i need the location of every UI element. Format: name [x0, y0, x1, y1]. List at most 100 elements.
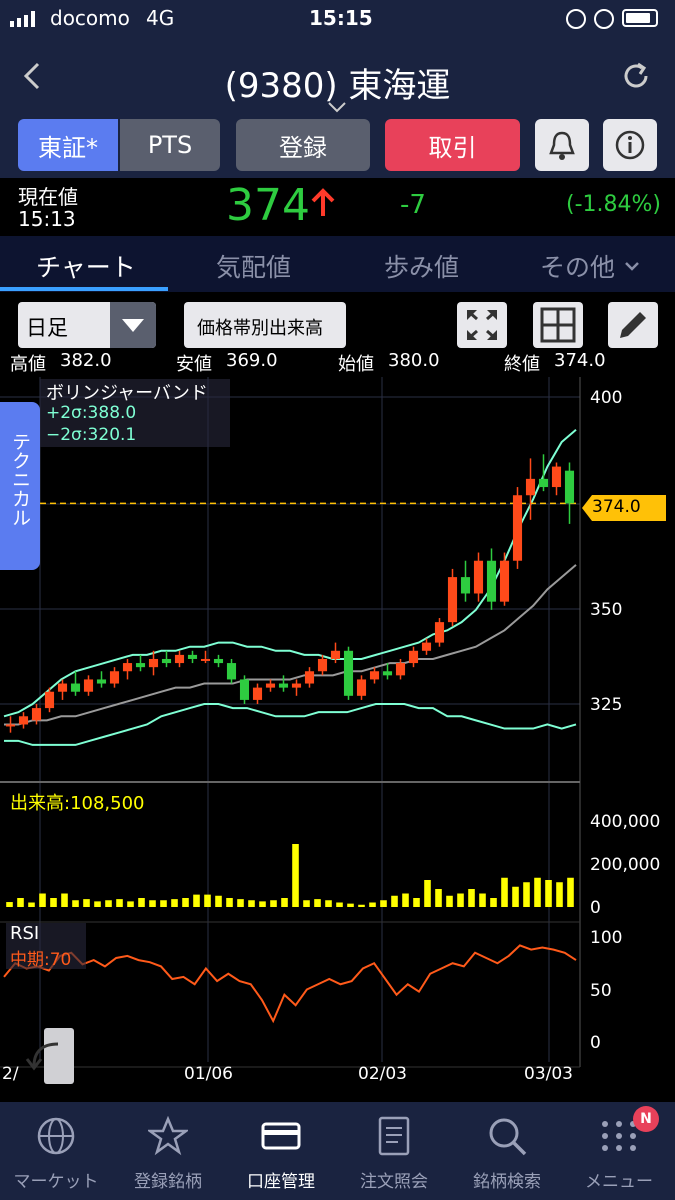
candle-body: [499, 560, 510, 602]
volume-bar: [490, 898, 497, 907]
volume-bar: [435, 889, 442, 907]
x-label-start: 2/: [2, 1064, 19, 1084]
candle-body: [239, 679, 250, 700]
volume-bar: [303, 900, 310, 907]
notification-badge: N: [633, 1106, 659, 1132]
globe-icon: [37, 1117, 75, 1155]
nav-search[interactable]: 銘柄検索: [451, 1102, 563, 1200]
nav-market-label: マーケット: [13, 1172, 99, 1192]
grid-icon: [540, 307, 576, 343]
rotate-button[interactable]: [18, 1028, 76, 1084]
network: 4G: [146, 6, 175, 30]
volume-bar: [204, 894, 211, 907]
candle-body: [382, 671, 393, 676]
candle-body: [330, 650, 341, 659]
volume-bar: [17, 898, 24, 907]
nav-orders-label: 注文照会: [360, 1172, 428, 1192]
candle-body: [343, 650, 354, 696]
volume-bar: [512, 886, 519, 907]
refresh-button[interactable]: [618, 58, 654, 94]
rotate-icon: [25, 1042, 59, 1071]
volume-bar: [105, 900, 112, 907]
info-button[interactable]: [603, 119, 657, 171]
tab-ticks[interactable]: 歩み値: [384, 248, 459, 284]
candle-body: [278, 683, 289, 688]
volume-bar: [556, 882, 563, 907]
candle-body: [421, 642, 432, 651]
candle-body: [70, 683, 81, 692]
volume-bar: [325, 900, 332, 907]
draw-button[interactable]: [608, 302, 658, 348]
chart-area: 日足 価格帯別出来高 高値 382.0 安値 369.0 始値 380.0 終値…: [0, 292, 675, 1102]
volume-bar: [567, 877, 574, 907]
volume-bar: [545, 880, 552, 907]
candle-body: [304, 671, 315, 684]
y-tick-325: 325: [590, 695, 623, 715]
volume-bar: [193, 894, 200, 907]
volume-bar: [138, 898, 145, 907]
volume-bar: [380, 900, 387, 907]
orientation-lock-icon: [566, 9, 586, 29]
candle-body: [486, 560, 497, 602]
nav-menu[interactable]: N メニュー: [563, 1102, 675, 1200]
alert-button[interactable]: [535, 119, 589, 171]
period-select[interactable]: 日足: [18, 302, 156, 348]
current-price-marker: 374.0: [582, 493, 668, 523]
volume-bar: [94, 901, 101, 907]
tab-indicator: [0, 287, 168, 291]
tab-bar: チャート 気配値 歩み値 その他: [0, 236, 675, 292]
technical-side-tab[interactable]: テクニカル: [0, 402, 40, 570]
candle-body: [408, 650, 419, 664]
volume-bar: [6, 902, 13, 907]
chevron-down-icon[interactable]: [327, 98, 347, 113]
volume-bar: [127, 901, 134, 907]
chart-canvas[interactable]: [0, 377, 675, 1102]
rsi-label: RSI: [10, 923, 40, 944]
candle-body: [434, 622, 445, 643]
candle-body: [395, 663, 406, 676]
nav-account[interactable]: 口座管理: [225, 1102, 337, 1200]
low-value: 369.0: [226, 350, 278, 371]
volume-bar: [171, 899, 178, 907]
nav-market[interactable]: マーケット: [0, 1102, 112, 1200]
action-buttons: 東証* PTS 登録 取引: [0, 113, 675, 178]
down-arrow-icon: [310, 188, 336, 222]
info-icon: [615, 130, 645, 160]
indicator-lower: −2σ:320.1: [46, 425, 137, 445]
rsi-tick-100: 100: [590, 928, 623, 948]
volume-bar: [281, 898, 288, 907]
trade-button[interactable]: 取引: [385, 119, 520, 171]
bell-icon: [549, 131, 575, 160]
layout-button[interactable]: [533, 302, 583, 348]
volume-tick-0: 0: [590, 898, 601, 918]
document-icon: [378, 1116, 410, 1156]
tab-quotes[interactable]: 気配値: [216, 248, 291, 284]
pts-button[interactable]: PTS: [120, 119, 220, 171]
volume-by-price-button[interactable]: 価格帯別出来高: [184, 302, 346, 348]
status-bar: docomo 4G 15:15: [0, 0, 675, 38]
rsi-line: [3, 944, 577, 1024]
volume-bar: [39, 893, 46, 907]
candle-body: [525, 478, 536, 496]
candle-body: [135, 663, 146, 668]
search-icon: [489, 1118, 527, 1156]
register-button[interactable]: 登録: [236, 119, 370, 171]
tab-chart[interactable]: チャート: [36, 248, 136, 284]
fullscreen-button[interactable]: [457, 302, 507, 348]
price-change: -7: [400, 190, 426, 220]
tab-other[interactable]: その他: [540, 248, 615, 284]
candle-body: [122, 663, 133, 672]
volume-bar: [28, 902, 35, 907]
tse-button[interactable]: 東証*: [18, 119, 118, 171]
candle-body: [161, 658, 172, 664]
nav-bar: (9380) 東海運: [0, 38, 675, 113]
candle-body: [18, 716, 29, 725]
candle-body: [148, 658, 159, 668]
volume-bar: [391, 895, 398, 907]
volume-by-price-label: 価格帯別出来高: [197, 318, 323, 339]
candle-body: [551, 466, 562, 488]
nav-orders[interactable]: 注文照会: [338, 1102, 450, 1200]
nav-search-label: 銘柄検索: [473, 1172, 541, 1192]
volume-bar: [534, 877, 541, 907]
nav-watchlist[interactable]: 登録銘柄: [112, 1102, 224, 1200]
